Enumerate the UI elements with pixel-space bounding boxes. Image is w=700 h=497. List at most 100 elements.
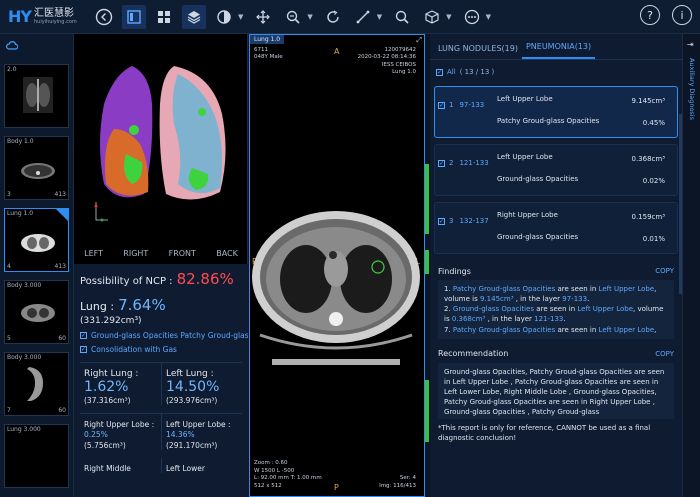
layout-single-icon — [127, 9, 141, 24]
logo-mark: HY — [8, 7, 32, 26]
tab-lung-nodules[interactable]: LUNG NODULES(19) — [434, 44, 522, 59]
right-lung-stat: Right Lung : 1.62% (37.316cm³) — [84, 369, 139, 405]
checkbox-icon: ✓ — [436, 68, 443, 76]
help-icon[interactable]: ? — [640, 5, 660, 25]
orientation-anterior: A — [334, 47, 340, 56]
lesion-item[interactable]: ✓ 3 132-137 Right Upper Lobe Ground-glas… — [434, 202, 678, 254]
ct-info-bottom-left: Zoom : 0.60 W 1500 L -500 L: 92.00 mm T:… — [254, 460, 322, 489]
ncp-possibility: Possibility of NCP : 82.86% — [80, 270, 234, 288]
main-toolbar: HY 汇医慧影 huiyihuiying.com ▼ ▼ ▼ ▼ ▼ ? i — [0, 0, 700, 34]
recommendation-text: Ground-glass Opacities, Patchy Groud-gla… — [438, 362, 674, 419]
viewport-tab[interactable]: Lung 1.0 — [250, 35, 285, 44]
rotate-icon — [327, 9, 339, 23]
view-direction-tabs: LEFT RIGHT FRONT BACK — [74, 249, 248, 258]
zoom-button[interactable] — [281, 5, 305, 29]
collapse-icon[interactable]: ⇥ — [687, 40, 694, 49]
findings-copy-button[interactable]: COPY — [655, 267, 674, 275]
checkbox-icon: ✓ — [80, 346, 87, 353]
findings-text: 1. Patchy Groud-glass Opacities are seen… — [438, 280, 674, 339]
series-strip: 2.0 Body 1.0 3 413 Lung 1.0 4 413 Body 3… — [0, 34, 74, 497]
layers-button[interactable] — [182, 4, 206, 29]
logo: HY 汇医慧影 huiyihuiying.com — [0, 7, 92, 26]
results-panel: LUNG NODULES(19) PNEUMONIA(13) ✓ All ( 1… — [430, 34, 682, 497]
measure-button[interactable] — [351, 5, 375, 29]
contrast-icon — [217, 9, 231, 24]
series-thumb-5[interactable]: Body 3.000 7 60 — [4, 352, 69, 416]
select-all-checkbox[interactable]: ✓ All ( 13 / 13 ) — [430, 60, 682, 84]
view-right-button[interactable]: RIGHT — [123, 249, 148, 258]
cube-button[interactable] — [420, 5, 444, 29]
measure-icon — [356, 10, 370, 23]
checkbox-icon[interactable]: ✓ — [438, 159, 445, 167]
layout-grid-button[interactable] — [152, 5, 176, 29]
orientation-posterior: P — [334, 483, 339, 492]
lung-value: 7.64% — [118, 296, 166, 314]
view-back-button[interactable]: BACK — [216, 249, 238, 258]
expand-icon[interactable]: ⤢ — [416, 36, 422, 45]
app-root: HY 汇医慧影 huiyihuiying.com ▼ ▼ ▼ ▼ ▼ ? i 2… — [0, 0, 700, 497]
ct-info-top-left: 6711 048Y Male — [254, 47, 283, 61]
slice-marker-bar[interactable] — [425, 164, 429, 234]
layers-icon — [187, 10, 201, 24]
disclaimer: *This report is only for reference, CANN… — [438, 423, 651, 442]
tab-pneumonia[interactable]: PNEUMONIA(13) — [521, 42, 596, 59]
contrast-dropdown-icon[interactable]: ▼ — [238, 13, 243, 21]
rotate-button[interactable] — [321, 5, 345, 29]
filter-consolidation-checkbox[interactable]: ✓ Consolidation with Gas — [80, 345, 242, 354]
series-thumb-1[interactable]: 2.0 — [4, 64, 69, 128]
view-front-button[interactable]: FRONT — [169, 249, 196, 258]
lung-ratio: Lung : 7.64% — [80, 296, 166, 314]
pan-button[interactable] — [251, 5, 275, 29]
series-thumb-2[interactable]: Body 1.0 3 413 — [4, 136, 69, 200]
ncp-value: 82.86% — [176, 270, 234, 288]
view-left-button[interactable]: LEFT — [84, 249, 103, 258]
series-thumb-6[interactable]: Lung 3.000 — [4, 424, 69, 488]
more-dropdown-icon[interactable]: ▼ — [486, 13, 491, 21]
more-button[interactable] — [460, 5, 484, 29]
checkbox-icon: ✓ — [80, 332, 87, 339]
more-icon — [464, 9, 479, 24]
pan-icon — [256, 9, 271, 24]
info-icon[interactable]: i — [672, 5, 692, 25]
measure-dropdown-icon[interactable]: ▼ — [377, 13, 382, 21]
lung-breakdown: Right Lung : 1.62% (37.316cm³) Left Lung… — [80, 362, 242, 405]
filter-ggo-checkbox[interactable]: ✓ Ground-glass Opacities Patchy Groud-gl… — [80, 331, 248, 340]
series-thumb-4[interactable]: Body 3.000 5 60 — [4, 280, 69, 344]
findings-header: Findings COPY — [438, 266, 674, 276]
sagittal-image — [27, 367, 43, 401]
layout-single-button[interactable] — [122, 4, 146, 29]
auxiliary-diagnosis-tab[interactable]: ⇥ Auxiliary Diagnosis — [682, 34, 700, 497]
ct-info-top-right: 120079642 2020-03-22 08:14:36 IESS CEIBO… — [357, 47, 416, 76]
contrast-button[interactable] — [212, 5, 236, 29]
series-thumb-3[interactable]: Lung 1.0 4 413 — [4, 208, 69, 272]
checkbox-icon[interactable]: ✓ — [438, 101, 445, 109]
logo-url: huiyihuiying.com — [33, 18, 77, 25]
slice-marker-bar[interactable] — [425, 250, 429, 274]
results-tabs: LUNG NODULES(19) PNEUMONIA(13) — [430, 34, 682, 60]
ct-viewport[interactable]: Lung 1.0 ⤢ 6711 048Y Male 120079642 2020… — [249, 34, 425, 497]
lung-volume: (331.292cm³) — [80, 316, 142, 326]
finding-line: 7. Patchy Groud-glass Opacities are seen… — [444, 325, 657, 334]
recommendation-copy-button[interactable]: COPY — [655, 350, 674, 358]
slice-marker-bar[interactable] — [425, 380, 429, 442]
logo-name: 汇医慧影 — [33, 7, 74, 19]
lung-3d-view[interactable]: LEFT RIGHT FRONT BACK — [74, 34, 248, 264]
lesion-item[interactable]: ✓ 1 97-133 Left Upper Lobe Patchy Groud-… — [434, 86, 678, 138]
ct-axial-slice — [252, 211, 420, 365]
back-button[interactable] — [92, 5, 116, 29]
body-axial-image — [21, 163, 55, 179]
search-icon — [395, 10, 409, 24]
layout-grid-icon — [158, 10, 170, 23]
strip-header — [0, 34, 73, 56]
cube-dropdown-icon[interactable]: ▼ — [446, 13, 451, 21]
lobe-breakdown-2: Right Middle Left Lower — [80, 457, 242, 474]
lesion-item[interactable]: ✓ 2 121-133 Left Upper Lobe Ground-glass… — [434, 144, 678, 196]
left-upper-lobe-stat: Left Upper Lobe : 14.36% (291.170cm³) — [161, 414, 242, 450]
recommendation-header: Recommendation COPY — [438, 349, 674, 359]
checkbox-icon[interactable]: ✓ — [438, 217, 445, 225]
cloud-icon[interactable] — [6, 40, 18, 50]
lung-axial-image — [21, 234, 55, 252]
finding-line: 2. Ground-glass Opacities are seen in Le… — [444, 305, 664, 324]
zoom-dropdown-icon[interactable]: ▼ — [307, 13, 312, 21]
search-button[interactable] — [390, 5, 414, 29]
